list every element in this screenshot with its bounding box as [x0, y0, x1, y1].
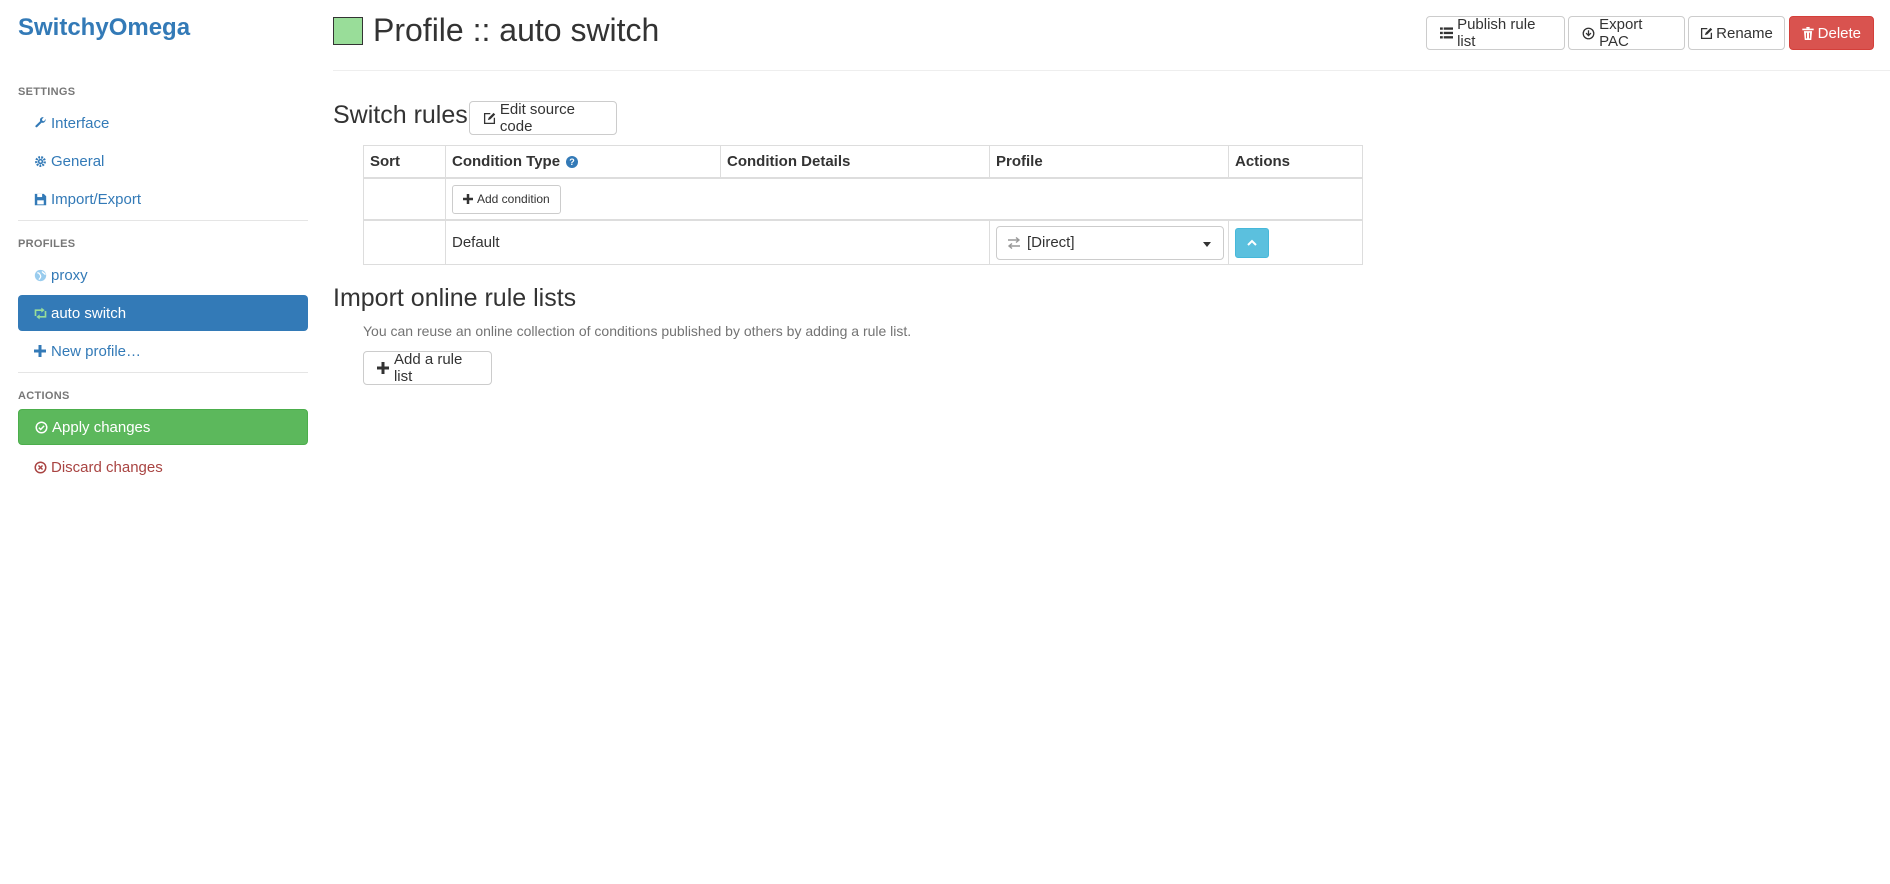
- publish-rule-list-label: Publish rule list: [1457, 16, 1536, 50]
- default-profile-value: [Direct]: [1027, 234, 1075, 251]
- export-pac-button[interactable]: Export PAC: [1568, 16, 1685, 50]
- delete-label: Delete: [1817, 24, 1861, 42]
- plus-icon: [32, 343, 48, 359]
- x-circle-icon: [32, 459, 48, 475]
- page-title: Profile :: auto switch: [373, 12, 660, 48]
- column-header-label: Condition Type: [452, 153, 561, 170]
- sidebar-item-import-export[interactable]: Import/Export: [18, 181, 308, 217]
- sidebar-item-general[interactable]: General: [18, 143, 308, 179]
- edit-source-code-button[interactable]: Edit source code: [469, 101, 617, 135]
- sidebar-item-auto-switch[interactable]: auto switch: [18, 295, 308, 331]
- column-header-condition-details: Condition Details: [721, 146, 990, 177]
- trash-icon: [1802, 25, 1815, 41]
- transfer-icon: [1007, 236, 1021, 249]
- globe-icon: [32, 267, 48, 283]
- sidebar-item-proxy[interactable]: proxy: [18, 257, 308, 293]
- chevron-down-icon: [1203, 241, 1211, 247]
- add-condition-row: Add condition: [364, 179, 1362, 221]
- sidebar-item-label: New profile…: [51, 342, 142, 360]
- chevron-up-icon: [1247, 239, 1257, 246]
- default-profile-cell: [Direct]: [990, 221, 1229, 264]
- default-profile-select[interactable]: [Direct]: [996, 225, 1224, 260]
- default-rule-row: Default [Direct]: [364, 221, 1362, 264]
- help-icon[interactable]: ?: [566, 155, 579, 168]
- discard-changes-button[interactable]: Discard changes: [18, 449, 308, 485]
- import-rule-lists-title: Import online rule lists: [333, 284, 577, 312]
- column-header-sort[interactable]: Sort: [364, 146, 446, 177]
- list-icon: [1439, 25, 1454, 41]
- rename-label: Rename: [1716, 24, 1773, 42]
- divider: [18, 220, 308, 221]
- wrench-icon: [32, 115, 48, 131]
- sidebar-item-interface[interactable]: Interface: [18, 105, 308, 141]
- profile-color-swatch[interactable]: [333, 17, 363, 45]
- actions-header: ACTIONS: [18, 390, 70, 402]
- column-header-condition-type: Condition Type ?: [446, 146, 721, 177]
- apply-changes-label: Apply changes: [52, 418, 151, 436]
- gear-icon: [32, 153, 48, 169]
- divider: [18, 372, 308, 373]
- edit-icon: [482, 110, 497, 126]
- profiles-header: PROFILES: [18, 238, 76, 250]
- add-rule-list-label: Add a rule list: [393, 351, 463, 385]
- delete-button[interactable]: Delete: [1789, 16, 1874, 50]
- sidebar-item-new-profile[interactable]: New profile…: [18, 333, 308, 369]
- discard-changes-label: Discard changes: [51, 458, 163, 476]
- edit-icon: [1700, 25, 1713, 41]
- column-header-actions: Actions: [1235, 153, 1291, 170]
- plus-icon: [463, 194, 473, 204]
- default-actions-cell: [1229, 221, 1363, 264]
- sidebar-item-label: auto switch: [51, 304, 127, 322]
- apply-changes-button[interactable]: Apply changes: [18, 409, 308, 445]
- floppy-icon: [32, 191, 48, 207]
- sidebar-item-label: proxy: [51, 266, 88, 284]
- settings-header: SETTINGS: [18, 86, 76, 98]
- sidebar-item-label: Import/Export: [51, 190, 142, 208]
- switch-rules-table: Sort Condition Type ? Condition Details …: [363, 145, 1363, 265]
- download-circle-icon: [1581, 25, 1596, 41]
- empty-cell: [364, 179, 446, 219]
- column-header-profile: Profile: [990, 146, 1229, 177]
- switch-rules-title: Switch rules: [333, 101, 468, 129]
- import-help-text: You can reuse an online collection of co…: [363, 323, 912, 339]
- table-header-row: Sort Condition Type ? Condition Details …: [364, 146, 1362, 179]
- sidebar-item-label: General: [51, 152, 105, 170]
- add-condition-label: Add condition: [477, 192, 550, 206]
- empty-cell: [364, 221, 446, 264]
- rename-button[interactable]: Rename: [1688, 16, 1785, 50]
- sidebar: SwitchyOmega SETTINGS Interface General …: [0, 0, 316, 884]
- default-label: Default: [446, 221, 990, 264]
- plus-icon: [376, 360, 391, 376]
- export-pac-label: Export PAC: [1599, 16, 1643, 50]
- check-circle-icon: [33, 419, 49, 435]
- header-divider: [333, 70, 1890, 71]
- publish-rule-list-button[interactable]: Publish rule list: [1426, 16, 1565, 50]
- add-condition-button[interactable]: Add condition: [452, 184, 561, 214]
- sidebar-item-label: Interface: [51, 114, 110, 132]
- move-up-button[interactable]: [1235, 227, 1269, 258]
- add-condition-cell: Add condition: [446, 179, 1363, 219]
- add-rule-list-button[interactable]: Add a rule list: [363, 351, 492, 385]
- retweet-icon: [32, 305, 48, 321]
- brand-logo[interactable]: SwitchyOmega: [18, 14, 190, 42]
- edit-source-code-label: Edit source code: [499, 101, 575, 135]
